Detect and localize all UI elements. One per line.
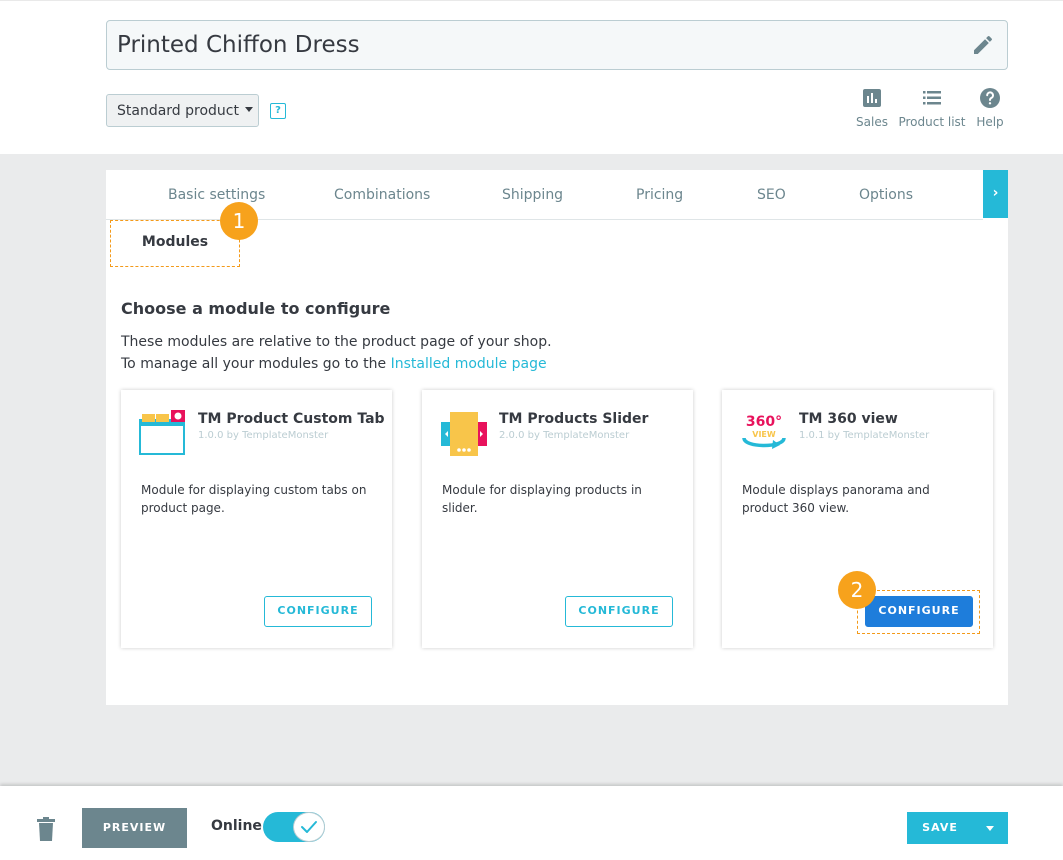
tabs-next-arrow[interactable]: › — [983, 170, 1008, 218]
tab-pricing[interactable]: Pricing — [636, 187, 683, 203]
quick-link-label: Product list — [898, 115, 966, 129]
product-title-field[interactable]: Printed Chiffon Dress — [106, 20, 1008, 70]
toggle-knob — [293, 812, 325, 842]
tab-shipping[interactable]: Shipping — [502, 187, 563, 203]
check-icon — [301, 821, 317, 833]
quick-link-product-list[interactable]: Product list — [896, 86, 968, 129]
module-description: Module for displaying products in slider… — [442, 483, 642, 515]
help-icon — [980, 88, 1000, 108]
product-title-text: Printed Chiffon Dress — [117, 32, 360, 58]
module-card-products-slider: TM Products Slider 2.0.0 by TemplateMons… — [422, 390, 693, 648]
annotation-badge-1: 1 — [220, 202, 258, 240]
save-button[interactable]: SAVE — [907, 812, 973, 844]
modules-description: These modules are relative to the produc… — [121, 334, 552, 350]
module-version: 1.0.0 by TemplateMonster — [198, 430, 329, 441]
module-version: 2.0.0 by TemplateMonster — [499, 430, 630, 441]
chevron-down-icon — [245, 107, 253, 112]
highlight-frame — [857, 590, 980, 634]
trash-icon[interactable] — [35, 817, 57, 841]
quick-link-sales[interactable]: Sales — [852, 86, 892, 129]
save-button-group: SAVE — [907, 812, 1008, 844]
preview-button[interactable]: PREVIEW — [82, 808, 187, 848]
installed-module-link[interactable]: Installed module page — [391, 356, 547, 372]
pencil-icon[interactable] — [971, 33, 995, 57]
quick-link-label: Help — [976, 115, 1004, 129]
product-type-select[interactable]: Standard product — [106, 94, 259, 127]
section-title: Choose a module to configure — [121, 299, 391, 318]
product-type-label: Standard product — [117, 103, 239, 119]
product-header: Printed Chiffon Dress Standard product ?… — [0, 0, 1063, 154]
modules-manage-text: To manage all your modules go to the Ins… — [121, 356, 547, 372]
module-name: TM 360 view — [799, 411, 898, 427]
module-description: Module for displaying custom tabs on pro… — [141, 483, 367, 515]
online-toggle[interactable] — [263, 812, 325, 842]
custom-tab-icon — [139, 410, 185, 455]
configure-button[interactable]: CONFIGURE — [264, 596, 372, 627]
quick-link-help[interactable]: Help — [972, 86, 1008, 129]
annotation-badge-2: 2 — [838, 571, 876, 609]
slider-icon — [441, 412, 487, 456]
module-version: 1.0.1 by TemplateMonster — [799, 430, 930, 441]
360-view-icon: 360° VIEW — [742, 414, 786, 449]
module-name: TM Product Custom Tab — [198, 411, 385, 427]
svg-text:VIEW: VIEW — [752, 430, 776, 439]
question-icon[interactable]: ? — [270, 103, 286, 119]
tab-options[interactable]: Options — [859, 187, 913, 203]
module-description: Module displays panorama and product 360… — [742, 483, 930, 515]
configure-button[interactable]: CONFIGURE — [565, 596, 673, 627]
manage-text-prefix: To manage all your modules go to the — [121, 356, 391, 372]
chevron-down-icon[interactable] — [973, 812, 1008, 844]
module-card-custom-tab: TM Product Custom Tab 1.0.0 by TemplateM… — [121, 390, 392, 648]
svg-text:360°: 360° — [746, 414, 782, 430]
list-icon — [923, 91, 941, 105]
online-label: Online — [211, 818, 262, 834]
tab-seo[interactable]: SEO — [757, 187, 786, 203]
bar-chart-icon — [863, 89, 881, 107]
quick-link-label: Sales — [856, 115, 888, 129]
tab-combinations[interactable]: Combinations — [334, 187, 430, 203]
module-name: TM Products Slider — [499, 411, 649, 427]
tab-basic-settings[interactable]: Basic settings — [168, 187, 265, 203]
